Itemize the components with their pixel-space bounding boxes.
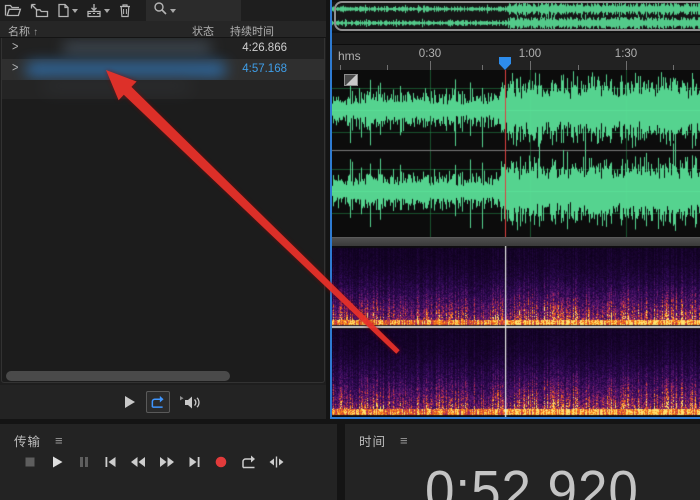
save-box-icon (86, 3, 102, 18)
loop-playback-button[interactable] (240, 454, 257, 470)
column-name[interactable]: 名称 ↑ (8, 23, 38, 39)
transport-panel-title: 传输 (14, 435, 42, 449)
column-status[interactable]: 状态 (192, 23, 214, 39)
waveform-spectral-splitter[interactable] (332, 237, 700, 246)
horizontal-scrollbar[interactable] (6, 371, 230, 381)
ruler-tick-label: 1:00 (518, 48, 542, 60)
search-icon (153, 1, 168, 21)
waveform-canvas[interactable] (332, 70, 700, 237)
waveform-display[interactable] (332, 70, 700, 237)
fast-forward-button[interactable] (158, 454, 176, 470)
dropdown-caret-icon (104, 8, 110, 13)
loop-icon (242, 455, 255, 469)
fast-forward-icon (160, 457, 174, 467)
zoom-navigator[interactable] (332, 0, 700, 33)
ruler-tick (530, 61, 531, 70)
timeline-ruler[interactable]: hms 0:30 1:00 1:30 (332, 44, 700, 70)
dropdown-caret-icon (72, 8, 78, 13)
new-file-icon (57, 3, 70, 18)
batch-save-button[interactable] (82, 1, 114, 21)
files-panel: 名称 ↑ 状态 持续时间 > 4:26.866 > 4:57.168 (0, 0, 326, 419)
rewind-button[interactable] (129, 454, 147, 470)
panel-menu-icon[interactable]: ≡ (55, 433, 63, 448)
time-panel-title: 时间 (359, 435, 387, 449)
play-button[interactable] (49, 454, 65, 470)
waveform-editor-panel: hms 0:30 1:00 1:30 (330, 0, 700, 419)
time-panel: 时间 ≡ 0:52.920 (345, 424, 700, 500)
skip-to-end-icon (189, 457, 200, 467)
delete-button[interactable] (114, 1, 136, 21)
zoom-range-selector[interactable] (334, 1, 700, 31)
move-playhead-icon (269, 456, 284, 468)
expander-chevron-icon[interactable]: > (12, 40, 18, 54)
preview-loop-button-active[interactable] (145, 391, 170, 413)
record-icon (215, 456, 227, 468)
transport-buttons (22, 454, 285, 470)
trash-icon (118, 3, 132, 18)
ruler-tick (430, 61, 431, 70)
file-list: > 4:26.866 > 4:57.168 (1, 38, 325, 383)
ruler-unit-label: hms (338, 49, 361, 63)
record-button[interactable] (213, 454, 229, 470)
move-playhead-button[interactable] (268, 454, 285, 470)
play-icon (53, 456, 63, 468)
sort-ascending-icon: ↑ (33, 27, 39, 38)
skip-to-start-icon (105, 457, 116, 467)
open-file-button[interactable] (0, 1, 26, 21)
stop-button[interactable] (22, 454, 38, 470)
file-name-redacted (62, 42, 212, 54)
dropdown-caret-icon (170, 8, 176, 13)
new-content-button[interactable] (53, 1, 82, 21)
transport-panel: 传输 ≡ (0, 424, 337, 500)
file-duration: 4:57.168 (242, 63, 287, 75)
blur-artifact (42, 81, 192, 91)
display-mode-widget-icon[interactable] (344, 74, 358, 86)
open-folder-icon (4, 3, 22, 18)
import-icon (30, 3, 49, 18)
file-duration: 4:26.866 (242, 42, 287, 54)
import-files-button[interactable] (26, 1, 53, 21)
ruler-tick-label: 1:30 (614, 48, 638, 60)
ruler-tick (626, 61, 627, 70)
search-box[interactable] (146, 0, 241, 21)
expander-chevron-icon[interactable]: > (12, 61, 18, 75)
ruler-tick-label: 0:30 (418, 48, 442, 60)
rewind-icon (131, 457, 145, 467)
skip-to-end-button[interactable] (187, 454, 202, 470)
audition-workspace: 名称 ↑ 状态 持续时间 > 4:26.866 > 4:57.168 hms 0… (0, 0, 700, 500)
preview-transport-bar (0, 385, 326, 419)
file-row-empty (2, 80, 324, 99)
auto-play-speaker-icon (179, 395, 200, 408)
preview-autoplay-button[interactable] (179, 395, 204, 410)
file-row-selected[interactable]: > 4:57.168 (2, 59, 324, 80)
skip-to-start-button[interactable] (103, 454, 118, 470)
files-toolbar (0, 0, 326, 21)
spectrogram-canvas[interactable] (332, 246, 700, 417)
column-duration[interactable]: 持续时间 (230, 23, 274, 39)
current-time-display[interactable]: 0:52.920 (425, 458, 639, 500)
spectral-display[interactable] (332, 246, 700, 417)
panel-menu-icon[interactable]: ≡ (400, 433, 408, 448)
pause-icon (80, 457, 88, 467)
stop-icon (25, 457, 35, 467)
loop-icon (151, 395, 164, 408)
play-icon (124, 396, 135, 408)
file-list-header: 名称 ↑ 状态 持续时间 (0, 21, 326, 38)
file-name-redacted (26, 62, 226, 77)
pause-button[interactable] (76, 454, 92, 470)
preview-play-button[interactable] (123, 395, 136, 409)
file-row[interactable]: > 4:26.866 (2, 38, 324, 59)
